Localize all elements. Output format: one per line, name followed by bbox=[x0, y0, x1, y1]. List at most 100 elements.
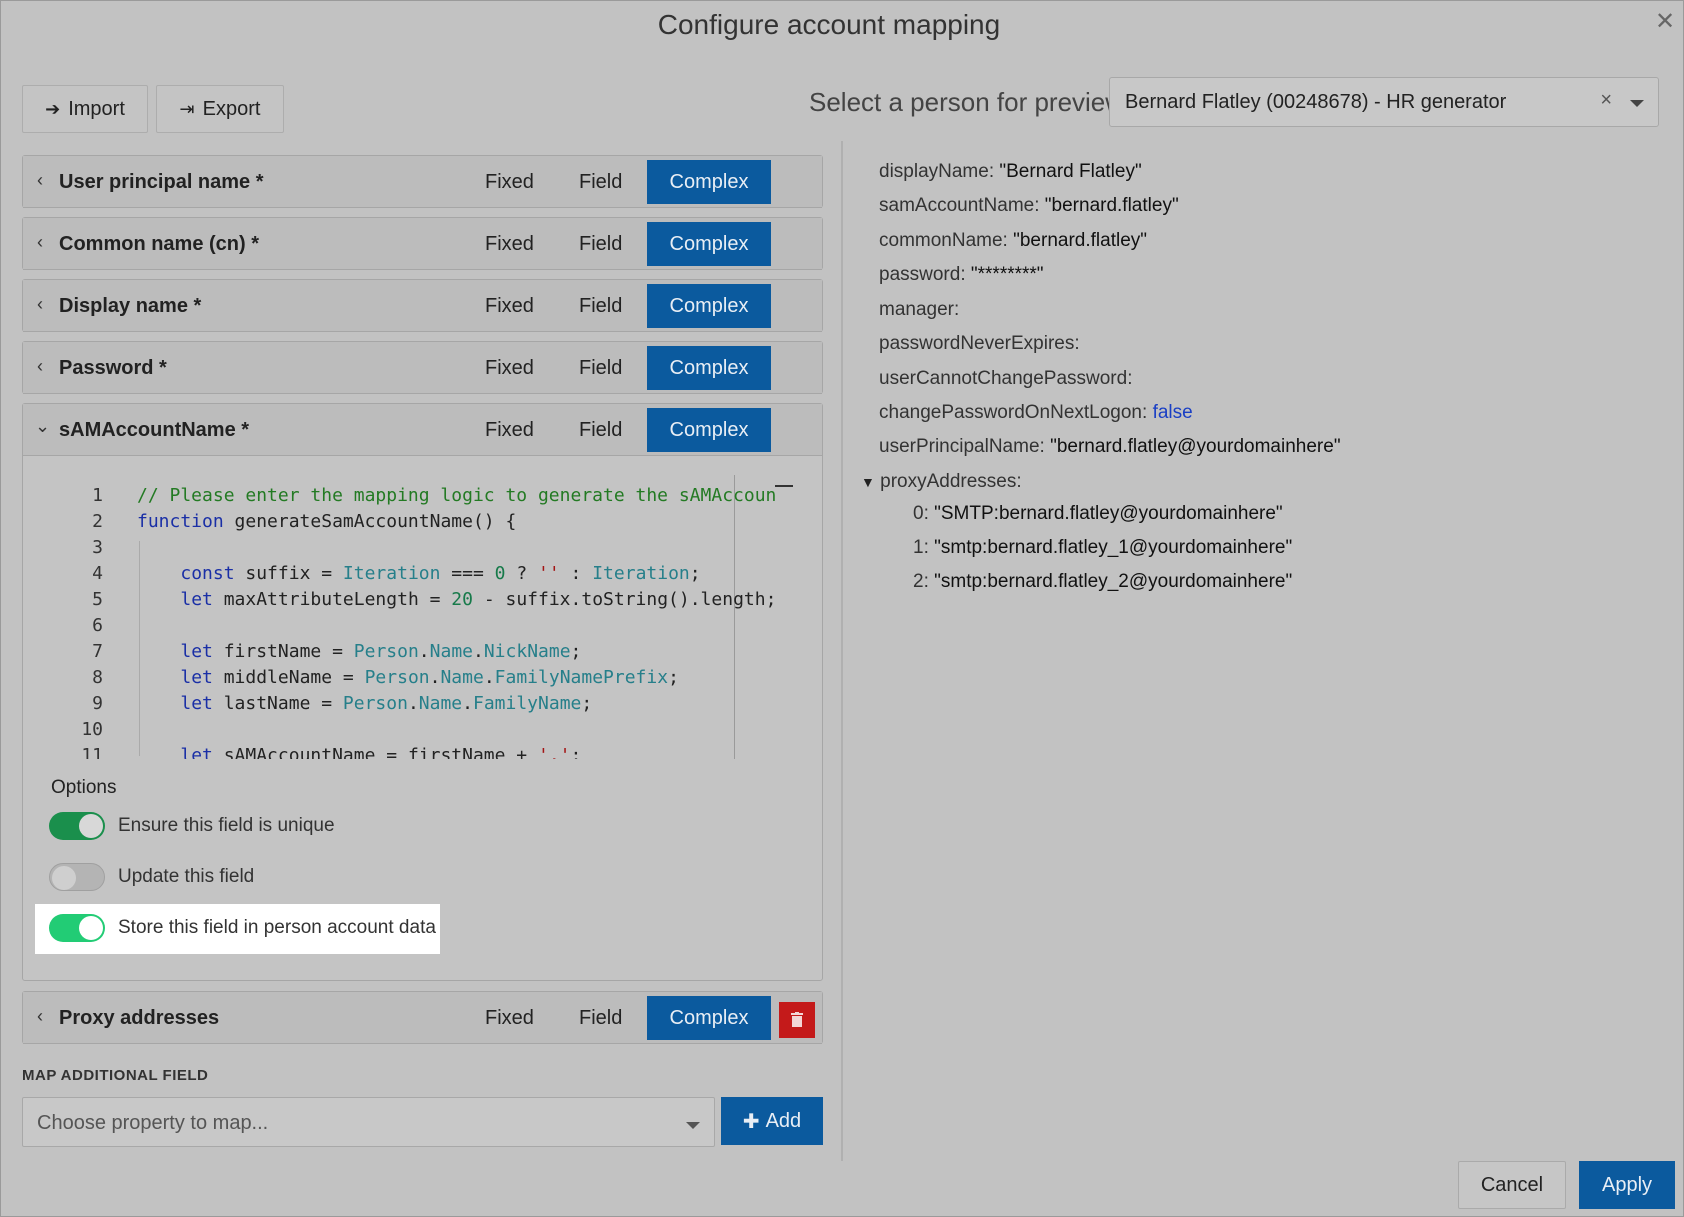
chevron-left-icon[interactable]: ‹ bbox=[37, 294, 43, 315]
export-label: Export bbox=[202, 97, 261, 120]
mapping-common-name: ‹ Common name (cn) * Fixed Field Complex bbox=[22, 217, 823, 270]
preview-user-principal-name: userPrincipalName: "bernard.flatley@your… bbox=[879, 436, 1341, 457]
preview-person-select[interactable]: Bernard Flatley (00248678) - HR generato… bbox=[1109, 77, 1659, 127]
mode-fixed-button[interactable]: Fixed bbox=[485, 419, 534, 442]
toggle-knob bbox=[52, 866, 76, 890]
pane-divider[interactable] bbox=[841, 141, 843, 1161]
preview-display-name: displayName: "Bernard Flatley" bbox=[879, 161, 1142, 182]
mode-field-button[interactable]: Field bbox=[579, 171, 622, 194]
mode-fixed-button[interactable]: Fixed bbox=[485, 357, 534, 380]
mode-fixed-button[interactable]: Fixed bbox=[485, 233, 534, 256]
line-number: 9 bbox=[92, 693, 103, 714]
line-number: 11 bbox=[81, 745, 103, 759]
code-line-8: let middleName = Person.Name.FamilyNameP… bbox=[180, 667, 679, 688]
preview-user-cannot-change-password: userCannotChangePassword: bbox=[879, 368, 1133, 389]
configure-account-mapping-dialog: Configure account mapping ✕ ➔ Import ⇥ E… bbox=[0, 0, 1684, 1217]
add-field-button[interactable]: ✚ Add bbox=[721, 1097, 823, 1145]
code-line-1: // Please enter the mapping logic to gen… bbox=[137, 485, 775, 506]
chevron-left-icon[interactable]: ‹ bbox=[37, 170, 43, 191]
unique-field-toggle[interactable] bbox=[49, 812, 105, 840]
mode-fixed-button[interactable]: Fixed bbox=[485, 171, 534, 194]
mode-field-button[interactable]: Field bbox=[579, 233, 622, 256]
map-additional-field-label: MAP ADDITIONAL FIELD bbox=[22, 1067, 209, 1084]
minimap-slider[interactable] bbox=[775, 485, 793, 487]
mapping-display-name: ‹ Display name * Fixed Field Complex bbox=[22, 279, 823, 332]
import-label: Import bbox=[68, 97, 125, 120]
mode-complex-button[interactable]: Complex bbox=[647, 160, 771, 204]
mode-field-button[interactable]: Field bbox=[579, 419, 622, 442]
selected-person: Bernard Flatley (00248678) - HR generato… bbox=[1125, 91, 1507, 113]
update-field-toggle[interactable] bbox=[49, 863, 105, 891]
mapping-name: sAMAccountName * bbox=[59, 419, 250, 441]
mode-field-button[interactable]: Field bbox=[579, 1007, 622, 1030]
apply-button[interactable]: Apply bbox=[1579, 1161, 1675, 1209]
proxy-address-item: 0: "SMTP:bernard.flatley@yourdomainhere" bbox=[913, 503, 1283, 524]
sign-out-icon: ⇥ bbox=[179, 98, 195, 119]
mapping-user-principal-name: ‹ User principal name * Fixed Field Comp… bbox=[22, 155, 823, 208]
mode-fixed-button[interactable]: Fixed bbox=[485, 295, 534, 318]
mapping-header[interactable]: ‹ User principal name * Fixed Field Comp… bbox=[23, 156, 822, 208]
line-number: 7 bbox=[92, 641, 103, 662]
mapping-name: Common name (cn) * bbox=[59, 233, 260, 255]
clear-selection-icon[interactable]: × bbox=[1600, 89, 1612, 112]
close-icon[interactable]: ✕ bbox=[1655, 7, 1675, 36]
mode-fixed-button[interactable]: Fixed bbox=[485, 1007, 534, 1030]
mode-complex-button[interactable]: Complex bbox=[647, 996, 771, 1040]
mapping-header[interactable]: ‹ Display name * Fixed Field Complex bbox=[23, 280, 822, 332]
preview-common-name: commonName: "bernard.flatley" bbox=[879, 230, 1147, 251]
mode-field-button[interactable]: Field bbox=[579, 357, 622, 380]
chevron-left-icon[interactable]: ‹ bbox=[37, 232, 43, 253]
line-number: 8 bbox=[92, 667, 103, 688]
plus-icon: ✚ bbox=[742, 1110, 760, 1133]
code-editor[interactable]: 1 // Please enter the mapping logic to ge… bbox=[41, 481, 775, 759]
line-number: 5 bbox=[92, 589, 103, 610]
chevron-left-icon[interactable]: ‹ bbox=[37, 1006, 43, 1027]
store-field-label: Store this field in person account data bbox=[118, 917, 436, 938]
line-number: 4 bbox=[92, 563, 103, 584]
preview-change-password-on-next-logon: changePasswordOnNextLogon: false bbox=[879, 402, 1193, 423]
chevron-down-icon[interactable]: ⌄ bbox=[35, 416, 50, 437]
sign-in-icon: ➔ bbox=[45, 98, 61, 119]
property-select[interactable]: Choose property to map... bbox=[22, 1097, 715, 1147]
mapping-name: Password * bbox=[59, 357, 167, 379]
import-button[interactable]: ➔ Import bbox=[22, 85, 148, 133]
mode-complex-button[interactable]: Complex bbox=[647, 284, 771, 328]
chevron-left-icon[interactable]: ‹ bbox=[37, 356, 43, 377]
options-title: Options bbox=[51, 777, 117, 798]
store-field-toggle[interactable] bbox=[49, 914, 105, 942]
line-number: 10 bbox=[81, 719, 103, 740]
add-label: Add bbox=[765, 1109, 802, 1132]
preview-proxy-addresses[interactable]: ▼ proxyAddresses: bbox=[861, 471, 1022, 493]
code-line-2: function generateSamAccountName() { bbox=[137, 511, 517, 532]
mapping-password: ‹ Password * Fixed Field Complex bbox=[22, 341, 823, 394]
mapping-header[interactable]: ⌄ sAMAccountName * Fixed Field Complex bbox=[23, 404, 822, 456]
delete-mapping-button[interactable] bbox=[779, 1002, 815, 1038]
chevron-down-icon[interactable] bbox=[686, 1122, 700, 1129]
preview-person-label: Select a person for preview bbox=[809, 87, 1125, 117]
property-select-placeholder: Choose property to map... bbox=[37, 1112, 269, 1134]
mapping-name: Display name * bbox=[59, 295, 202, 317]
toggle-knob bbox=[79, 916, 103, 940]
mapping-proxy-addresses: ‹ Proxy addresses Fixed Field Complex bbox=[22, 991, 823, 1044]
cancel-button[interactable]: Cancel bbox=[1458, 1161, 1566, 1209]
proxy-address-item: 1: "smtp:bernard.flatley_1@yourdomainher… bbox=[913, 537, 1293, 558]
line-number: 6 bbox=[92, 615, 103, 636]
proxy-address-item: 2: "smtp:bernard.flatley_2@yourdomainher… bbox=[913, 571, 1293, 592]
code-line-9: let lastName = Person.Name.FamilyName; bbox=[180, 693, 593, 714]
caret-down-icon[interactable]: ▼ bbox=[861, 474, 875, 490]
code-line-5: let maxAttributeLength = 20 - suffix.toS… bbox=[180, 589, 775, 610]
mapping-header[interactable]: ‹ Password * Fixed Field Complex bbox=[23, 342, 822, 394]
line-number: 1 bbox=[92, 485, 103, 506]
mode-complex-button[interactable]: Complex bbox=[647, 222, 771, 266]
export-button[interactable]: ⇥ Export bbox=[156, 85, 284, 133]
mapping-header[interactable]: ‹ Common name (cn) * Fixed Field Complex bbox=[23, 218, 822, 270]
mode-complex-button[interactable]: Complex bbox=[647, 346, 771, 390]
mode-field-button[interactable]: Field bbox=[579, 295, 622, 318]
preview-password-never-expires: passwordNeverExpires: bbox=[879, 333, 1080, 354]
line-number: 2 bbox=[92, 511, 103, 532]
mapping-header[interactable]: ‹ Proxy addresses Fixed Field Complex bbox=[23, 992, 822, 1044]
update-field-label: Update this field bbox=[118, 866, 255, 887]
chevron-down-icon[interactable] bbox=[1630, 100, 1644, 107]
code-line-11: let sAMAccountName = firstName + '.'; bbox=[180, 745, 582, 759]
mode-complex-button[interactable]: Complex bbox=[647, 408, 771, 452]
